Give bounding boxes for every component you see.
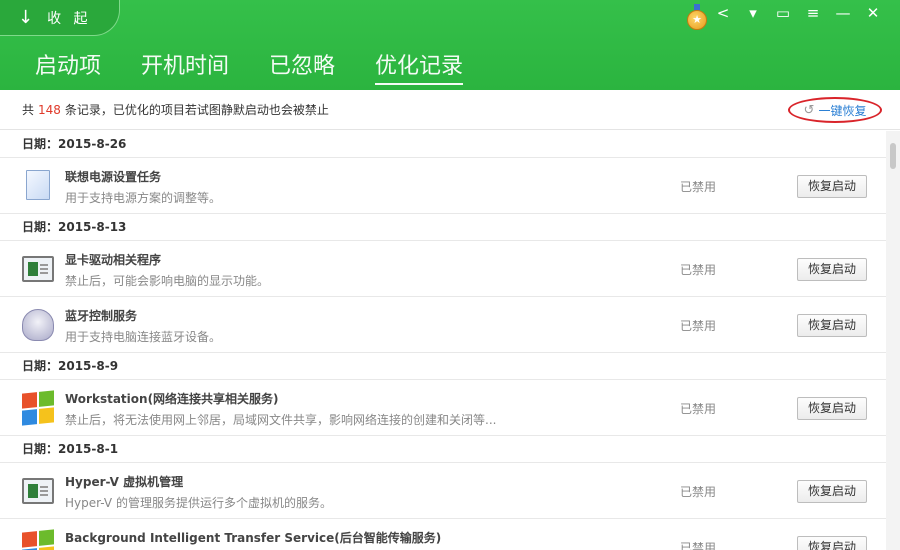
monitor-icon [22, 256, 54, 282]
summary-suffix: 条记录，已优化的项目若试图静默启动也会被禁止 [64, 103, 329, 117]
date-header: 日期：2015-8-9 [0, 353, 886, 380]
vertical-scrollbar[interactable] [886, 131, 900, 550]
medal-icon[interactable]: ★ [686, 4, 708, 30]
item-description: 用于支持电脑连接蓝牙设备。 [65, 330, 222, 344]
restore-startup-button[interactable]: 恢复启动 [797, 480, 867, 503]
restore-startup-button[interactable]: 恢复启动 [797, 397, 867, 420]
scrollbar-thumb[interactable] [890, 143, 896, 169]
windows-service-icon [22, 390, 54, 426]
tab-optimization-records[interactable]: 优化记录 [375, 48, 464, 85]
status-text: 已禁用 [680, 319, 717, 333]
restore-all-button[interactable]: ↺ 一键恢复 [788, 97, 882, 123]
restore-startup-button[interactable]: 恢复启动 [797, 258, 867, 281]
top-header: ↓ 收 起 ★ < ▾ ▭ ≡ — ✕ 启动项 开机时间 已忽略 优化记录 [0, 0, 900, 90]
window-controls: < ▾ ▭ ≡ — ✕ [708, 4, 888, 22]
monitor-icon [22, 478, 54, 504]
records-list: 日期：2015-8-26 联想电源设置任务 用于支持电源方案的调整等。 已禁用 … [0, 131, 886, 550]
collapse-label: 收 起 [47, 10, 92, 27]
main-tabs: 启动项 开机时间 已忽略 优化记录 [35, 48, 503, 85]
item-title: Background Intelligent Transfer Service(… [65, 531, 442, 545]
date-header: 日期：2015-8-1 [0, 436, 886, 463]
list-item: Workstation(网络连接共享相关服务) 禁止后，将无法使用网上邻居，局域… [0, 380, 886, 436]
records-summary: 共 148 条记录，已优化的项目若试图静默启动也会被禁止 ↺ 一键恢复 [0, 90, 900, 130]
share-icon[interactable]: < [708, 4, 738, 22]
list-item: 联想电源设置任务 用于支持电源方案的调整等。 已禁用 恢复启动 [0, 158, 886, 214]
item-title: 蓝牙控制服务 [65, 309, 138, 323]
bluetooth-device-icon [22, 309, 54, 341]
restore-startup-button[interactable]: 恢复启动 [797, 175, 867, 198]
status-text: 已禁用 [680, 402, 717, 416]
tab-startup-items[interactable]: 启动项 [35, 48, 101, 85]
list-item: Background Intelligent Transfer Service(… [0, 519, 886, 550]
skin-shirt-icon[interactable]: ▾ [738, 4, 768, 22]
minimize-icon[interactable]: — [828, 4, 858, 22]
item-description: 禁止后，可能会影响电脑的显示功能。 [65, 274, 270, 288]
summary-prefix: 共 [22, 103, 35, 117]
restore-startup-button[interactable]: 恢复启动 [797, 536, 867, 550]
item-description: Hyper-V 的管理服务提供运行多个虚拟机的服务。 [65, 496, 332, 510]
item-title: Workstation(网络连接共享相关服务) [65, 392, 279, 406]
restore-startup-button[interactable]: 恢复启动 [797, 314, 867, 337]
undo-icon: ↺ [803, 102, 815, 118]
restore-all-label: 一键恢复 [818, 103, 867, 118]
item-description: 用于支持电源方案的调整等。 [65, 191, 222, 205]
item-description: 禁止后，将无法使用网上邻居，局域网文件共享，影响网络连接的创建和关闭等... [65, 413, 497, 427]
item-title: 显卡驱动相关程序 [65, 253, 162, 267]
arrow-down-icon: ↓ [18, 7, 34, 28]
tab-boot-time[interactable]: 开机时间 [141, 48, 229, 85]
status-text: 已禁用 [680, 180, 717, 194]
date-header: 日期：2015-8-26 [0, 131, 886, 158]
menu-icon[interactable]: ≡ [798, 4, 828, 22]
status-text: 已禁用 [680, 541, 717, 550]
item-title: Hyper-V 虚拟机管理 [65, 475, 184, 489]
close-icon[interactable]: ✕ [858, 4, 888, 22]
item-title: 联想电源设置任务 [65, 170, 162, 184]
tab-ignored[interactable]: 已忽略 [269, 48, 335, 85]
record-count: 148 [38, 102, 61, 117]
date-header: 日期：2015-8-13 [0, 214, 886, 241]
windows-service-icon [22, 529, 54, 550]
feedback-message-icon[interactable]: ▭ [768, 4, 798, 22]
document-icon [26, 170, 50, 200]
status-text: 已禁用 [680, 485, 717, 499]
status-text: 已禁用 [680, 263, 717, 277]
list-item: 蓝牙控制服务 用于支持电脑连接蓝牙设备。 已禁用 恢复启动 [0, 297, 886, 353]
list-item: 显卡驱动相关程序 禁止后，可能会影响电脑的显示功能。 已禁用 恢复启动 [0, 241, 886, 297]
collapse-button[interactable]: ↓ 收 起 [0, 0, 120, 36]
list-item: Hyper-V 虚拟机管理 Hyper-V 的管理服务提供运行多个虚拟机的服务。… [0, 463, 886, 519]
